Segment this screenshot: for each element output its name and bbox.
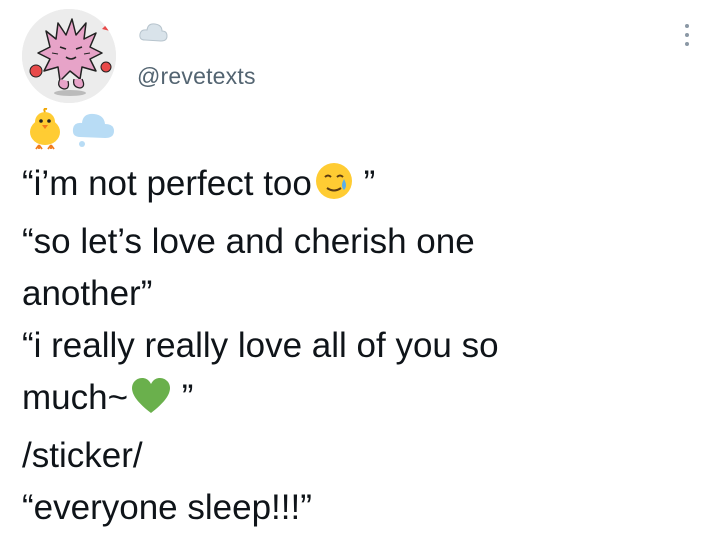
- green-heart-icon: [130, 377, 172, 430]
- user-handle[interactable]: @revetexts: [137, 63, 256, 90]
- cloud-icon: [70, 109, 116, 154]
- tweet-line-4: “i really really love all of you so: [22, 326, 499, 365]
- tweet-line-6: /sticker/: [22, 436, 143, 475]
- more-options-icon[interactable]: [682, 24, 692, 50]
- tweet-line-5: much~ ”: [22, 372, 702, 430]
- avatar[interactable]: [22, 9, 116, 103]
- tweet-line-3: another”: [22, 274, 153, 313]
- tweet-line-1: “i’m not perfect too ”: [22, 158, 702, 216]
- tweet-text: “i’m not perfect too ” “so let’s love an…: [22, 158, 702, 534]
- pink-cat-avatar-icon: [22, 9, 116, 103]
- tweet-line-7: “everyone sleep!!!”: [22, 488, 312, 527]
- baby-chick-icon: [24, 107, 66, 155]
- tweet-card: @revetexts “i’m not perfect too ” “so le…: [0, 0, 720, 534]
- sad-but-relieved-face-icon: [314, 161, 354, 216]
- emoji-row: [24, 107, 116, 155]
- tweet-line-2: “so let’s love and cherish one: [22, 222, 475, 261]
- cloud-icon: [138, 20, 168, 51]
